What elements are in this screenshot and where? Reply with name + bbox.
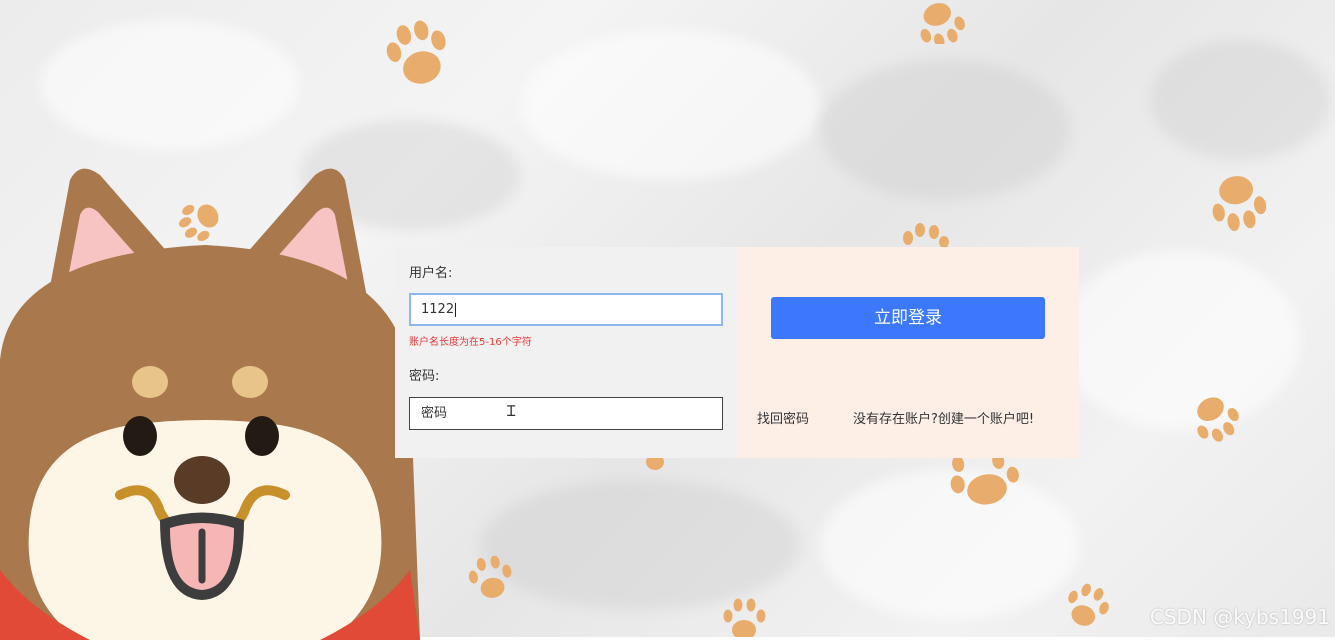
text-cursor-icon: Ɪ (507, 401, 515, 421)
username-error-text: 账户名长度为在5-16个字符 (409, 333, 532, 348)
login-form-panel: 用户名: 1122 账户名长度为在5-16个字符 密码: 密码 Ɪ (395, 247, 737, 458)
password-input[interactable]: 密码 (409, 397, 723, 430)
password-label: 密码: (409, 365, 439, 384)
username-label: 用户名: (409, 262, 452, 281)
forgot-password-link[interactable]: 找回密码 (757, 408, 809, 427)
watermark: CSDN @kybs1991 (1150, 605, 1330, 629)
bg-pattern (520, 30, 820, 180)
paw-print-icon (716, 594, 772, 637)
login-actions-panel: 立即登录 找回密码 没有存在账户?创建一个账户吧! (737, 247, 1079, 458)
register-link[interactable]: 没有存在账户?创建一个账户吧! (853, 408, 1034, 427)
shiba-dog-illustration (0, 160, 420, 640)
bg-pattern (1060, 250, 1300, 430)
paw-print-icon (1198, 160, 1278, 242)
username-input[interactable]: 1122 (409, 293, 723, 326)
paw-print-icon (908, 0, 972, 44)
login-button[interactable]: 立即登录 (771, 297, 1045, 339)
paw-print-icon (1058, 578, 1114, 637)
paw-print-icon (378, 10, 458, 96)
bg-pattern (1150, 40, 1330, 160)
login-card: 用户名: 1122 账户名长度为在5-16个字符 密码: 密码 Ɪ 立即登录 找… (395, 247, 1079, 458)
username-value: 1122 (421, 302, 454, 317)
paw-print-icon (940, 450, 1026, 518)
paw-print-icon (890, 218, 960, 248)
bg-pattern (40, 20, 300, 150)
paw-print-icon (640, 456, 670, 472)
password-placeholder: 密码 (421, 406, 447, 421)
bg-pattern (480, 480, 800, 610)
paw-print-icon (1182, 384, 1248, 450)
bg-pattern (820, 60, 1070, 200)
paw-print-icon (462, 548, 520, 610)
text-caret (455, 303, 456, 317)
